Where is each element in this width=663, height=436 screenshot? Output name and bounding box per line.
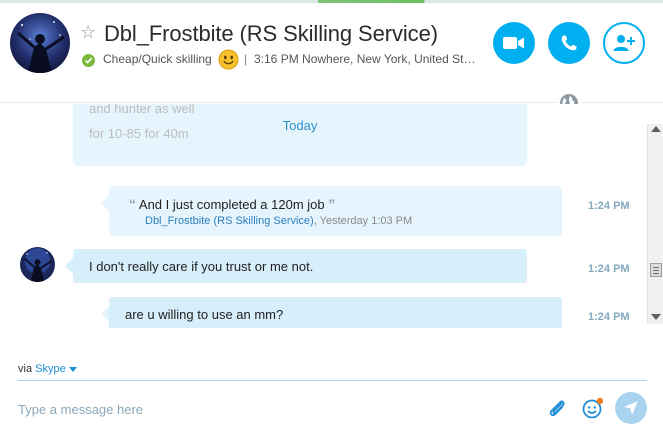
quote-close-mark: ”: [328, 196, 336, 212]
message-timestamp: 1:24 PM: [588, 263, 630, 275]
day-divider: Today: [282, 118, 318, 133]
via-prefix: via: [18, 363, 33, 375]
smiley-icon: [218, 49, 239, 70]
call-icon: [561, 35, 577, 51]
add-people-icon: [613, 35, 635, 51]
contact-local-time: 3:16 PM Nowhere, New York, United Sta...: [254, 52, 476, 66]
quote-open-mark: “: [129, 196, 136, 212]
message-timestamp: 1:24 PM: [588, 200, 630, 212]
outgoing-message-bubble[interactable]: are u willing to use an mm?: [101, 297, 562, 328]
bubble-tail: [101, 306, 109, 322]
conversation-scrollbar[interactable]: [647, 124, 663, 324]
via-service[interactable]: Skype: [35, 363, 66, 375]
conversation-history[interactable]: and hunter as well for 10-85 for 40m Tod…: [0, 104, 663, 328]
quote-time: , Yesterday 1:03 PM: [313, 215, 413, 227]
quote-source: Dbl_Frostbite (RS Skilling Service), Yes…: [145, 215, 412, 227]
mood-message: Cheap/Quick skilling: [103, 52, 212, 66]
quoted-message-text: And I just completed a 120m job: [138, 197, 325, 212]
sender-avatar[interactable]: [20, 247, 55, 282]
message-text: are u willing to use an mm?: [125, 307, 284, 322]
conversation-header: ☆ Dbl_Frostbite (RS Skilling Service) Ch…: [0, 3, 663, 103]
bubble-tail: [65, 258, 73, 274]
online-status-icon: [82, 54, 95, 67]
previous-message-bubble: and hunter as well for 10-85 for 40m Tod…: [73, 104, 527, 166]
chevron-down-icon[interactable]: [68, 366, 77, 372]
scroll-up-arrow-icon[interactable]: [651, 126, 661, 132]
incoming-message-bubble[interactable]: I don't really care if you trust or me n…: [65, 249, 527, 283]
quote-message-bubble[interactable]: “ And I just completed a 120m job ” Dbl_…: [101, 186, 562, 236]
skype-chat-window: ☆ Dbl_Frostbite (RS Skilling Service) Ch…: [0, 0, 663, 436]
via-selector[interactable]: via Skype: [18, 363, 77, 375]
message-input[interactable]: [18, 399, 518, 419]
paperclip-icon[interactable]: [546, 397, 568, 419]
quote-author-link[interactable]: Dbl_Frostbite (RS Skilling Service): [145, 215, 314, 227]
bubble-tail: [101, 195, 109, 211]
message-text: I don't really care if you trust or me n…: [89, 259, 314, 274]
compose-divider: [18, 380, 647, 381]
audio-call-button[interactable]: [548, 22, 590, 64]
message-timestamp: 1:24 PM: [588, 311, 630, 323]
quote-text-line: “ And I just completed a 120m job ”: [129, 196, 335, 212]
video-call-icon: [503, 37, 524, 49]
scrollbar-thumb[interactable]: [650, 263, 662, 277]
video-call-button[interactable]: [493, 22, 535, 64]
contact-avatar[interactable]: [10, 13, 70, 73]
scroll-down-arrow-icon[interactable]: [651, 314, 661, 320]
add-people-button[interactable]: [603, 22, 645, 64]
faded-line: and hunter as well: [89, 104, 195, 116]
favorite-star-icon[interactable]: ☆: [80, 23, 96, 41]
header-separator: |: [244, 52, 248, 66]
send-button[interactable]: [615, 392, 647, 424]
contact-name[interactable]: Dbl_Frostbite (RS Skilling Service): [104, 21, 438, 47]
send-icon: [624, 401, 638, 415]
emoticon-icon[interactable]: [581, 396, 605, 420]
